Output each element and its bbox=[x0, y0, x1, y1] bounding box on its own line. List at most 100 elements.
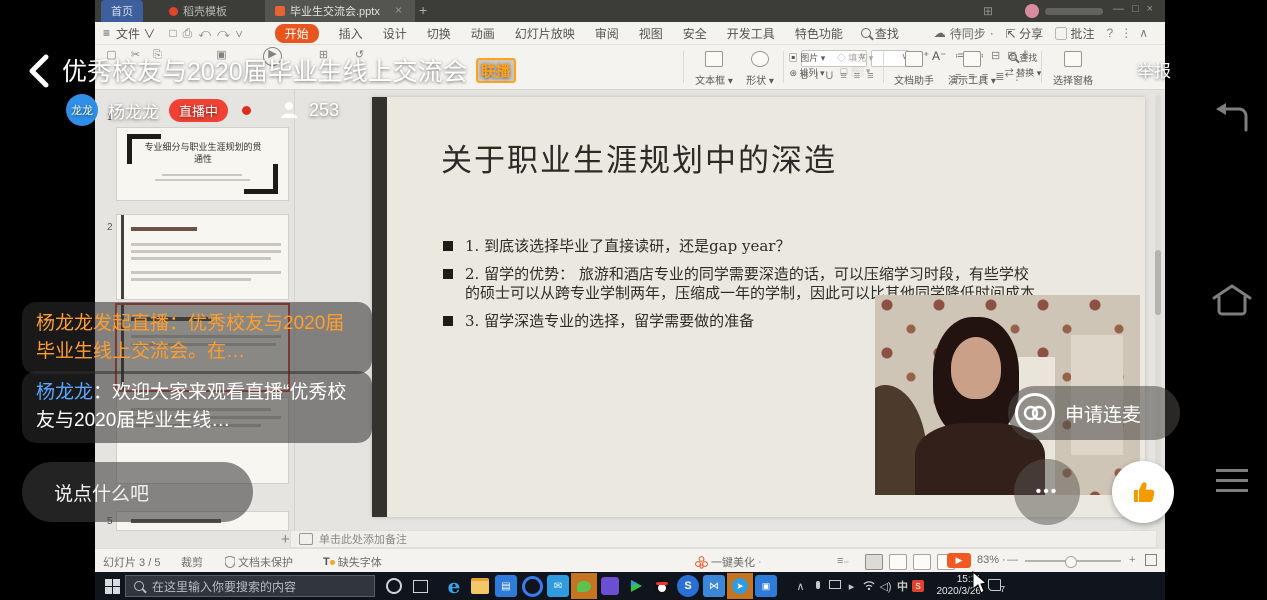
tray-display-icon[interactable] bbox=[827, 580, 842, 592]
menu-tab-start[interactable]: 开始 bbox=[275, 24, 319, 43]
menu-search[interactable]: 查找 bbox=[861, 25, 899, 42]
back-button[interactable] bbox=[26, 54, 52, 88]
like-button[interactable] bbox=[1112, 461, 1174, 523]
menu-tab-insert[interactable]: 插入 bbox=[339, 25, 363, 42]
picture-arrange-tools[interactable]: ▣ 图片 ▾⊛ 排列 ▾ bbox=[785, 51, 829, 79]
menu-tab-animation[interactable]: 动画 bbox=[471, 25, 495, 42]
menu-tab-design[interactable]: 设计 bbox=[383, 25, 407, 42]
beautify-button[interactable]: 一键美化· bbox=[695, 554, 762, 570]
tray-mic-icon[interactable] bbox=[810, 580, 825, 592]
cortana-button[interactable] bbox=[381, 573, 407, 599]
docer-icon bbox=[169, 7, 178, 16]
window-controls[interactable]: —□× bbox=[1113, 3, 1161, 15]
share-button[interactable]: ⇱ 分享 bbox=[1006, 25, 1043, 42]
tray-sogou-icon[interactable]: S bbox=[912, 580, 927, 592]
doc-assistant-tool[interactable]: 文档助手 bbox=[888, 51, 940, 87]
taskbar-search-input[interactable]: 在这里输入你要搜索的内容 bbox=[125, 575, 375, 597]
comment-input[interactable]: 说点什么吧 bbox=[22, 462, 253, 522]
zoom-level: 83% · bbox=[977, 554, 1006, 566]
menu-tab-security[interactable]: 安全 bbox=[683, 25, 707, 42]
menu-tab-view[interactable]: 视图 bbox=[639, 25, 663, 42]
menu-tab-slideshow[interactable]: 幻灯片放映 bbox=[515, 25, 575, 42]
streamer-avatar[interactable]: 龙龙 bbox=[66, 94, 98, 126]
live-status-badge: 直播中 bbox=[169, 99, 228, 122]
menu-tab-devtools[interactable]: 开发工具 bbox=[727, 25, 775, 42]
taskbar-wechat-icon[interactable] bbox=[571, 573, 597, 599]
start-button[interactable] bbox=[99, 573, 125, 599]
file-menu[interactable]: 文件 ∨ bbox=[116, 25, 155, 42]
tray-wifi-icon[interactable] bbox=[861, 580, 876, 593]
protection-status[interactable]: 文档未保护 bbox=[225, 554, 293, 570]
tab-docer[interactable]: 稻壳模板 bbox=[159, 0, 237, 22]
zoom-slider[interactable] bbox=[1025, 560, 1121, 562]
sync-button[interactable]: ☁ 待同步 · bbox=[934, 25, 994, 42]
sorter-view-icon[interactable] bbox=[889, 554, 907, 570]
menu-tab-review[interactable]: 审阅 bbox=[595, 25, 619, 42]
report-button[interactable]: 举报 bbox=[1137, 57, 1171, 82]
tray-volume-icon[interactable]: ◁) bbox=[878, 580, 893, 593]
account-avatar[interactable] bbox=[1025, 4, 1039, 18]
quick-access-icons[interactable]: □⎙↶↷∨ bbox=[169, 26, 248, 41]
zoom-slider-knob[interactable] bbox=[1065, 556, 1077, 568]
taskbar-sogou-icon[interactable]: S bbox=[675, 573, 701, 599]
taskbar-game-icon[interactable] bbox=[597, 573, 623, 599]
taskbar-browser-icon[interactable] bbox=[519, 573, 545, 599]
present-tools[interactable]: 演示工具 ▾ bbox=[945, 51, 999, 87]
taskbar-file-explorer-icon[interactable] bbox=[467, 573, 493, 599]
tray-ime-indicator[interactable]: 中 bbox=[895, 578, 910, 594]
tray-camera-icon[interactable]: ▸ bbox=[844, 580, 859, 593]
taskbar-wps-meeting-icon[interactable]: ⋈ bbox=[701, 573, 727, 599]
android-home-button[interactable] bbox=[1210, 282, 1254, 318]
tray-clock[interactable]: 15:112020/3/26 bbox=[929, 574, 981, 598]
taskbar-store-icon[interactable]: ▤ bbox=[493, 573, 519, 599]
tray-expand-icon[interactable]: ∧ bbox=[793, 580, 808, 593]
fullscreen-icon bbox=[1145, 554, 1157, 566]
taskbar-mail-icon[interactable]: ✉ bbox=[545, 573, 571, 599]
more-options-button[interactable]: ••• bbox=[1014, 459, 1080, 525]
slide-thumbnail-2[interactable] bbox=[117, 215, 288, 299]
slide-thumbnail-1[interactable]: 专业细分与职业生涯规划的贯通性 bbox=[117, 128, 288, 200]
normal-view-icon[interactable] bbox=[865, 554, 883, 570]
menu-tab-features[interactable]: 特色功能 bbox=[795, 25, 843, 42]
scrollbar-thumb[interactable] bbox=[1155, 250, 1161, 315]
selection-pane-icon bbox=[1064, 51, 1082, 67]
chat-username[interactable]: 杨龙龙 bbox=[36, 382, 93, 403]
account-name-blur bbox=[1045, 8, 1103, 15]
notes-bar[interactable]: 单击此处添加备注 bbox=[290, 530, 1157, 548]
wps-status-bar: 幻灯片 3 / 5 裁剪 文档未保护 T缺失字体 一键美化· ≡₋ ▶ 83% … bbox=[95, 548, 1165, 572]
taskbar-camera-app-icon[interactable]: ▣ bbox=[753, 573, 779, 599]
notification-center-icon[interactable]: 7 bbox=[983, 579, 1005, 594]
theme-name[interactable]: 裁剪 bbox=[181, 554, 203, 570]
find-replace-tools[interactable]: 查找⇄ 替换 ▾ bbox=[1003, 51, 1043, 79]
splitter-plus-icon[interactable]: + bbox=[281, 531, 290, 548]
slide-scrollbar[interactable] bbox=[1155, 95, 1161, 525]
zoom-out-button[interactable]: — bbox=[1007, 554, 1018, 566]
selection-pane-tool[interactable]: 选择窗格 bbox=[1047, 51, 1099, 87]
android-menu-button[interactable] bbox=[1214, 466, 1250, 496]
slideshow-play-button[interactable]: ▶ bbox=[947, 553, 971, 568]
textbox-tool[interactable]: 文本框 ▾ bbox=[691, 51, 737, 87]
taskbar-qq-icon[interactable] bbox=[649, 573, 675, 599]
tab-home[interactable]: 首页 bbox=[101, 0, 143, 22]
taskbar-screenshare-icon[interactable]: ➤ bbox=[727, 573, 753, 599]
new-tab-button[interactable]: + bbox=[419, 2, 427, 18]
tab-close-icon[interactable]: × bbox=[395, 3, 402, 17]
taskbar-tencent-video-icon[interactable] bbox=[623, 573, 649, 599]
apps-grid-icon[interactable]: ⊞ bbox=[983, 4, 993, 18]
taskbar-edge-icon[interactable]: e bbox=[441, 573, 467, 599]
zoom-in-button[interactable]: + bbox=[1129, 554, 1135, 566]
menu-tab-transition[interactable]: 切换 bbox=[427, 25, 451, 42]
comment-button[interactable]: ▢ 批注 bbox=[1055, 25, 1094, 42]
reading-view-icon[interactable] bbox=[913, 554, 931, 570]
shape-tool[interactable]: 形状 ▾ bbox=[740, 51, 780, 87]
notes-toggle-icon[interactable]: ≡₋ bbox=[837, 554, 849, 567]
tab-presentation-file[interactable]: 毕业生交流会.pptx bbox=[265, 0, 415, 22]
missing-fonts-status[interactable]: T缺失字体 bbox=[323, 554, 382, 570]
android-back-button[interactable] bbox=[1212, 100, 1252, 134]
help-more-collapse-icons[interactable]: ?⋮∧ bbox=[1107, 26, 1155, 40]
fill-tool[interactable]: ◇ 填充 ▾▢ ░░ ▾ bbox=[835, 51, 875, 77]
fullscreen-button[interactable] bbox=[1145, 554, 1157, 566]
request-mic-button[interactable]: 申请连麦 bbox=[1008, 386, 1180, 440]
task-view-button[interactable] bbox=[407, 573, 433, 599]
hamburger-icon[interactable]: ≡ bbox=[103, 26, 110, 40]
